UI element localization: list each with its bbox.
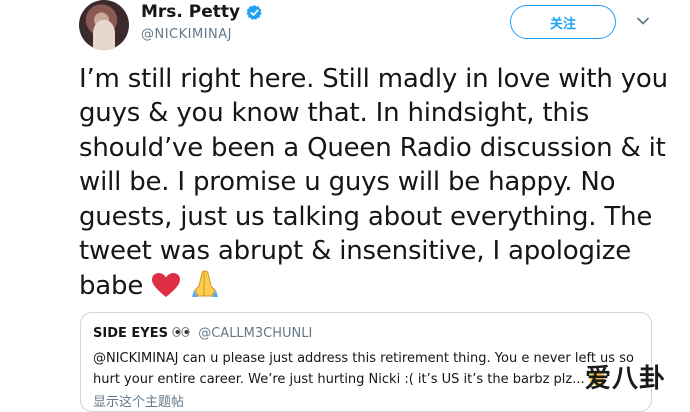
quoted-line-2: hurt your entire career. We’re just hurt… bbox=[93, 369, 651, 390]
tweet-line: guys & you know that. In hindsight, this bbox=[79, 98, 590, 129]
quoted-author-name: SIDE EYES bbox=[93, 326, 168, 341]
tweet-line: will be. I promise u guys will be happy.… bbox=[79, 167, 616, 198]
quoted-tweet-header: SIDE EYES @CALLM3CHUNLI bbox=[93, 326, 312, 341]
quoted-tweet-card[interactable]: SIDE EYES @CALLM3CHUNLI @NICKIMINAJ can … bbox=[80, 312, 652, 412]
avatar[interactable] bbox=[79, 0, 129, 50]
author-name-row: Mrs. Petty bbox=[141, 2, 263, 22]
tweet-line: I’m still right here. Still madly in lov… bbox=[79, 64, 668, 94]
follow-button[interactable]: 关注 bbox=[510, 5, 616, 39]
quoted-tweet-text: @NICKIMINAJ can u please just address th… bbox=[93, 348, 651, 390]
red-heart-icon bbox=[152, 273, 181, 298]
verified-badge-icon bbox=[246, 4, 262, 20]
tweet-text: I’m still right here. Still madly in lov… bbox=[79, 62, 668, 304]
tweet-line: should’ve been a Queen Radio discussion … bbox=[79, 132, 666, 163]
folded-hands-icon bbox=[192, 270, 219, 298]
show-thread-link[interactable]: 显示这个主题帖 bbox=[93, 391, 184, 410]
watermark-text: 爱八卦 bbox=[585, 364, 667, 394]
chevron-down-icon[interactable] bbox=[636, 14, 650, 28]
tweet-line: guests, just us talking about everything… bbox=[79, 201, 653, 232]
quoted-line: @NICKIMINAJ can u please just address th… bbox=[93, 351, 634, 366]
eyes-icon bbox=[172, 327, 190, 337]
tweet-last-line: babe bbox=[79, 268, 659, 303]
tweet-line: tweet was abrupt & insensitive, I apolog… bbox=[79, 236, 632, 267]
tweet-line: babe bbox=[79, 271, 144, 302]
author-handle[interactable]: @NICKIMINAJ bbox=[141, 27, 232, 42]
quoted-line: hurt your entire career. We’re just hurt… bbox=[93, 372, 585, 387]
display-name[interactable]: Mrs. Petty bbox=[141, 2, 240, 22]
quoted-author-handle: @CALLM3CHUNLI bbox=[198, 326, 313, 341]
